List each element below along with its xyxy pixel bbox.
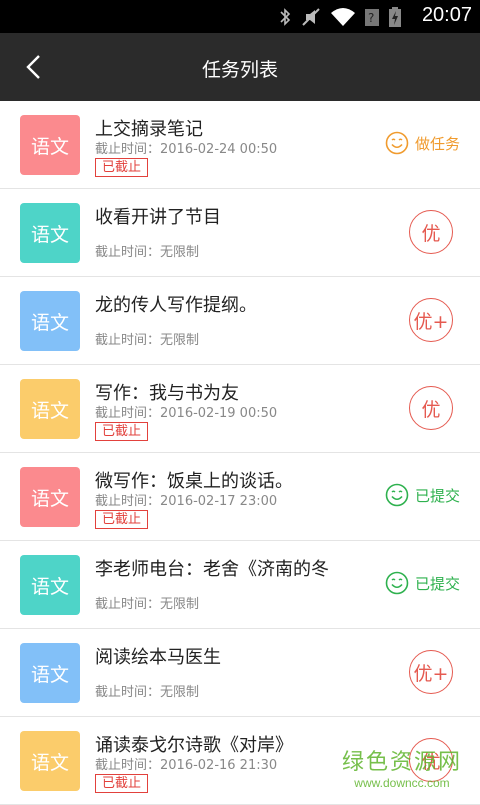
watermark-url: www.downcc.com [354,776,450,790]
task-action[interactable]: 已提交 [385,483,460,507]
mute-icon [302,8,320,26]
task-deadline: 截止时间：2016-02-16 21:30 [95,758,278,773]
expired-badge: 已截止 [95,158,149,177]
subject-badge: 语文 [20,731,80,791]
grade-stamp: 优 [409,386,453,430]
task-deadline: 截止时间：无限制 [95,333,200,348]
task-row[interactable]: 语文 上交摘录笔记 截止时间：2016-02-24 00:50 已截止 做任务 [0,101,480,189]
task-row[interactable]: 语文 收看开讲了节目截止时间：无限制 优 [0,189,480,277]
expired-badge: 已截止 [95,510,149,529]
watermark: 绿色资源网 www.downcc.com [342,744,462,790]
task-list: 语文 上交摘录笔记 截止时间：2016-02-24 00:50 已截止 做任务 语文 收看开… [0,101,480,805]
task-action-label: 已提交 [414,574,460,593]
subject-badge: 语文 [20,379,80,439]
grade-stamp: 优 [409,210,453,254]
subject-badge: 语文 [20,115,80,175]
expired-badge: 已截止 [95,422,149,441]
task-row[interactable]: 语文 龙的传人写作提纲。截止时间：无限制 优+ [0,277,480,365]
task-name: 阅读绘本马医生 [95,647,221,668]
expired-badge: 已截止 [95,774,149,793]
grade-stamp: 优+ [409,298,453,342]
status-bar: ? 20:07 [0,0,480,33]
task-deadline: 截止时间：无限制 [95,597,200,612]
battery-icon [389,7,401,27]
task-name: 龙的传人写作提纲。 [95,295,257,316]
task-deadline: 截止时间：2016-02-17 23:00 [95,494,278,509]
smiley-icon [385,571,409,595]
smiley-icon [385,131,409,155]
watermark-title: 绿色资源网 [341,750,462,775]
task-deadline: 截止时间：无限制 [95,245,200,260]
task-action-label: 做任务 [414,134,460,153]
smiley-icon [385,483,409,507]
task-deadline: 截止时间：2016-02-24 00:50 [95,142,278,157]
grade-stamp: 优+ [409,650,453,694]
signal-icon: ? [365,9,379,26]
task-row[interactable]: 语文 写作：我与书为友 截止时间：2016-02-19 00:50 已截止优 [0,365,480,453]
wifi-icon [331,8,355,26]
app-header: 任务列表 [0,33,480,101]
task-action[interactable]: 做任务 [385,131,460,155]
task-name: 收看开讲了节目 [95,207,221,228]
task-row[interactable]: 语文 阅读绘本马医生截止时间：无限制 优+ [0,629,480,717]
bluetooth-icon [280,8,291,26]
task-action-label: 已提交 [414,486,460,505]
task-row[interactable]: 语文 微写作：饭桌上的谈话。 截止时间：2016-02-17 23:00 已截止 已提交 [0,453,480,541]
task-action[interactable]: 已提交 [385,571,460,595]
status-icons: ? [278,6,402,28]
task-name: 李老师电台：老舍《济南的冬 [95,559,329,580]
task-deadline: 截止时间：无限制 [95,685,200,700]
subject-badge: 语文 [20,555,80,615]
subject-badge: 语文 [20,291,80,351]
subject-badge: 语文 [20,203,80,263]
page-title: 任务列表 [201,59,278,81]
task-row[interactable]: 语文 李老师电台：老舍《济南的冬截止时间：无限制 已提交 [0,541,480,629]
svg-text:?: ? [368,11,374,25]
subject-badge: 语文 [20,643,80,703]
subject-badge: 语文 [20,467,80,527]
clock: 20:07 [421,4,472,26]
task-deadline: 截止时间：2016-02-19 00:50 [95,406,278,421]
